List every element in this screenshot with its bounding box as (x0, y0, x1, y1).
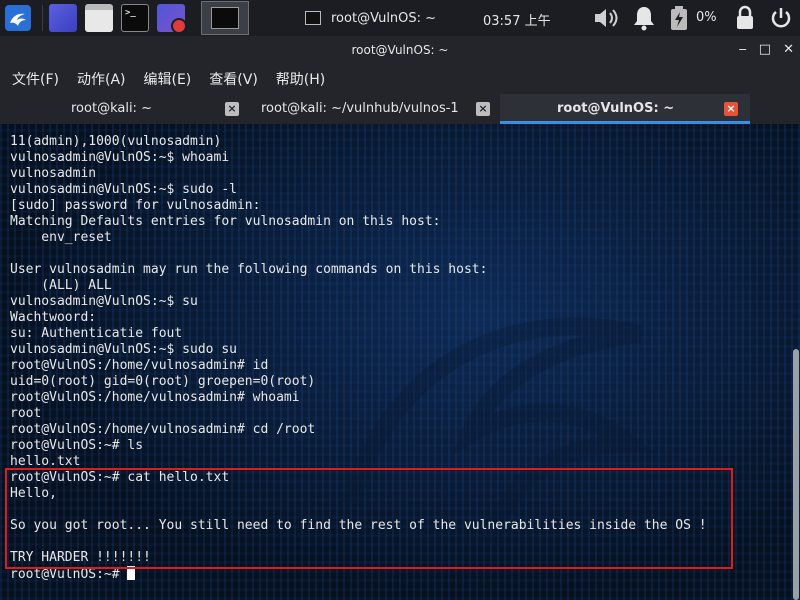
terminal-line: root (10, 406, 42, 421)
maximize-button[interactable]: □ (759, 42, 771, 57)
highlight-box (5, 468, 733, 569)
window-title: root@VulnOS: ~ (351, 43, 449, 57)
terminal-output[interactable]: 11(admin),1000(vulnosadmin) vulnosadmin@… (0, 124, 800, 600)
applications-menu-button[interactable] (0, 0, 36, 36)
file-manager-icon[interactable] (85, 4, 113, 32)
kali-dragon-icon (5, 5, 31, 31)
top-panel: root@VulnOS: ~ 03:57 上午 0% (0, 0, 800, 36)
terminal-line: root@VulnOS:/home/vulnosadmin# id (10, 358, 269, 373)
terminal-line: Wachtwoord: (10, 310, 97, 325)
terminal-line: 11(admin),1000(vulnosadmin) (10, 134, 222, 149)
screen-recorder-icon[interactable] (157, 4, 187, 34)
scrollbar-thumb[interactable] (793, 349, 799, 600)
taskbar-item-terminal[interactable]: root@VulnOS: ~ (305, 11, 436, 26)
terminal-window-icon (305, 11, 321, 25)
workspace-switcher[interactable] (201, 1, 249, 35)
tab-close-icon[interactable]: × (724, 102, 738, 116)
terminal-prompt: root@VulnOS:~# (10, 567, 128, 582)
terminal-line: vulnosadmin (10, 166, 97, 181)
close-button[interactable]: ✕ (783, 42, 794, 57)
terminal-line: uid=0(root) gid=0(root) groepen=0(root) (10, 374, 316, 389)
tab-close-icon[interactable]: × (225, 102, 239, 116)
lock-screen-icon[interactable] (734, 0, 756, 36)
panel-separator (42, 5, 43, 31)
terminal-line: env_reset (10, 230, 112, 245)
tab-label: root@kali: ~ (71, 101, 152, 116)
terminal-line: su: Authenticatie fout (10, 326, 183, 341)
tab-vulnos-root[interactable]: root@VulnOS: ~ × (500, 94, 750, 124)
tab-bar: root@kali: ~ × root@kali: ~/vulnhub/vuln… (0, 94, 800, 124)
menu-help[interactable]: 帮助(H) (276, 69, 325, 89)
menu-edit[interactable]: 编辑(E) (144, 69, 192, 89)
show-desktop-icon[interactable] (49, 4, 77, 32)
battery-icon[interactable] (668, 0, 690, 36)
taskbar-item-label: root@VulnOS: ~ (331, 10, 437, 26)
terminal-line: (ALL) ALL (10, 278, 112, 293)
terminal-line: [sudo] password for vulnosadmin: (10, 198, 261, 213)
tab-close-icon[interactable]: × (476, 102, 490, 116)
power-icon[interactable] (768, 0, 794, 36)
menu-bar: 文件(F) 动作(A) 编辑(E) 查看(V) 帮助(H) (0, 64, 800, 94)
tab-kali-home[interactable]: root@kali: ~ × (0, 94, 250, 124)
terminal-line: User vulnosadmin may run the following c… (10, 262, 488, 277)
terminal-line: Matching Defaults entries for vulnosadmi… (10, 214, 441, 229)
terminal-icon[interactable] (121, 4, 149, 32)
volume-icon[interactable] (592, 0, 624, 36)
clock[interactable]: 03:57 上午 (483, 10, 551, 29)
terminal-line: vulnosadmin@VulnOS:~$ whoami (10, 150, 230, 165)
tab-label: root@VulnOS: ~ (557, 101, 675, 116)
menu-file[interactable]: 文件(F) (12, 69, 59, 89)
terminal-line: vulnosadmin@VulnOS:~$ sudo -l (10, 182, 237, 197)
menu-action[interactable]: 动作(A) (77, 69, 126, 89)
window-titlebar[interactable]: root@VulnOS: ~ ‒ □ ✕ (0, 36, 800, 64)
tab-kali-vulnos[interactable]: root@kali: ~/vulnhub/vulnos-1 × (250, 94, 500, 124)
terminal-line: vulnosadmin@VulnOS:~$ su (10, 294, 198, 309)
terminal-line: root@VulnOS:/home/vulnosadmin# cd /root (10, 422, 316, 437)
tab-label: root@kali: ~/vulnhub/vulnos-1 (261, 101, 459, 116)
terminal-line: vulnosadmin@VulnOS:~$ sudo su (10, 342, 237, 357)
battery-percentage: 0% (696, 10, 717, 25)
minimize-button[interactable]: ‒ (739, 42, 747, 57)
workspace-thumbnail (211, 7, 239, 29)
terminal-line: root@VulnOS:~# ls (10, 438, 144, 453)
terminal-scrollbar[interactable] (791, 124, 800, 600)
menu-view[interactable]: 查看(V) (209, 69, 258, 89)
notification-bell-icon[interactable] (630, 0, 658, 36)
terminal-line: root@VulnOS:/home/vulnosadmin# whoami (10, 390, 300, 405)
